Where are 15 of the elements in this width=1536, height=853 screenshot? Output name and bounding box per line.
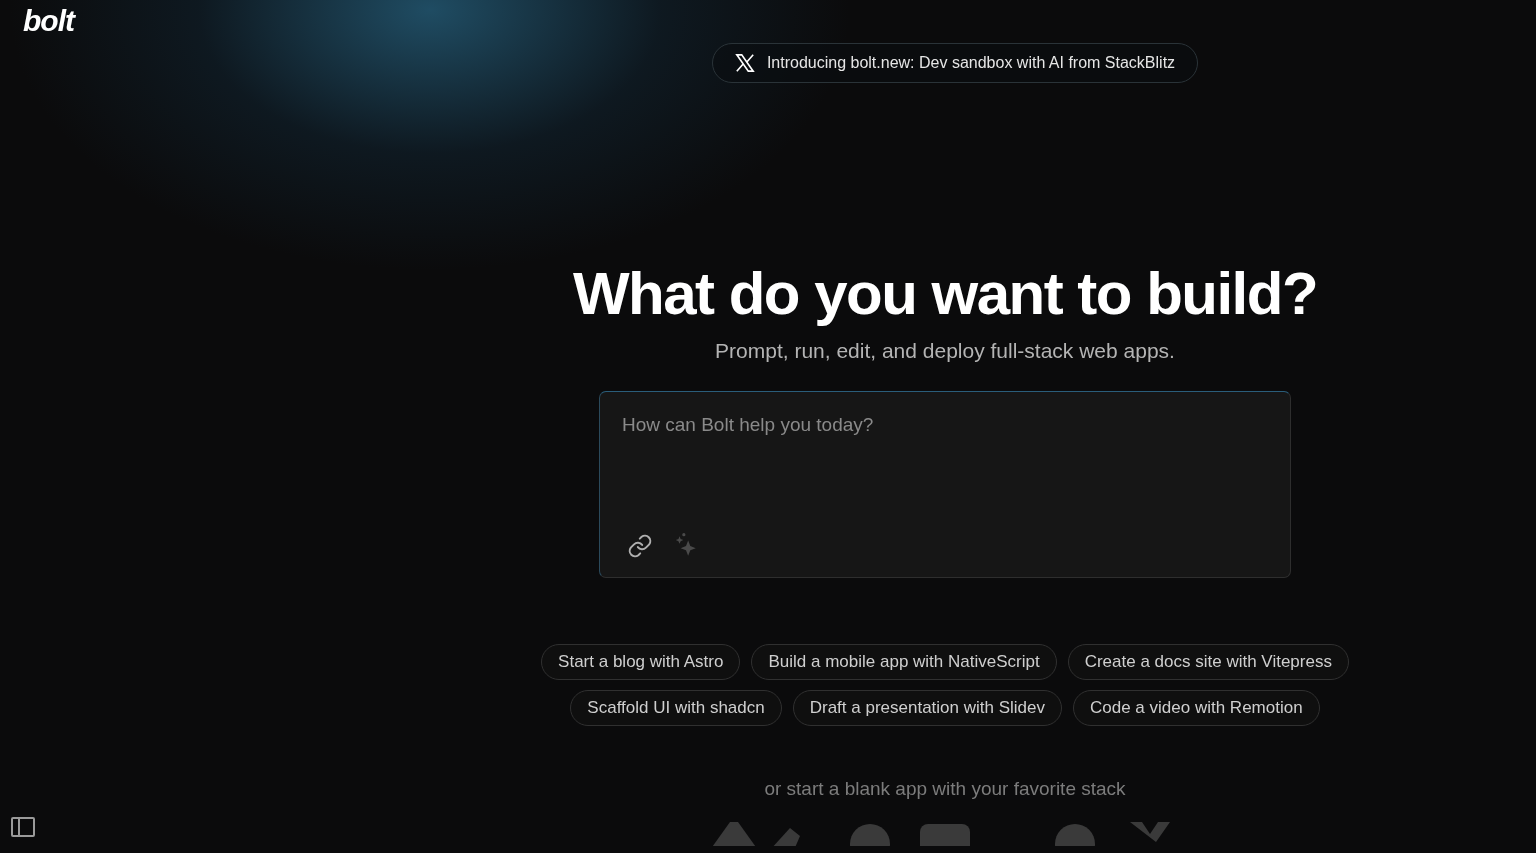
bolt-logo[interactable]: bolt bbox=[23, 4, 74, 38]
suggestion-chip[interactable]: Build a mobile app with NativeScript bbox=[751, 644, 1057, 680]
suggestion-chip[interactable]: Scaffold UI with shadcn bbox=[570, 690, 782, 726]
hero-heading: What do you want to build? bbox=[572, 259, 1318, 329]
x-icon bbox=[734, 54, 755, 72]
suggestion-chip[interactable]: Code a video with Remotion bbox=[1073, 690, 1320, 726]
link-icon[interactable] bbox=[627, 533, 653, 559]
suggestion-chip[interactable]: Create a docs site with Vitepress bbox=[1067, 644, 1349, 680]
suggestion-chip[interactable]: Draft a presentation with Slidev bbox=[792, 690, 1062, 726]
hero-subtitle: Prompt, run, edit, and deploy full-stack web apps. bbox=[715, 339, 1175, 363]
stack-prompt: or start a blank app with your favorite stack bbox=[764, 778, 1126, 800]
announcement-link[interactable]: Introducing bolt.new: Dev sandbox with AI from StackBlitz bbox=[711, 43, 1199, 83]
sidebar-toggle-icon[interactable] bbox=[10, 816, 36, 838]
suggestion-chip[interactable]: Start a blog with Astro bbox=[541, 644, 741, 680]
prompt-input[interactable]: How can Bolt help you today? bbox=[599, 391, 1291, 578]
